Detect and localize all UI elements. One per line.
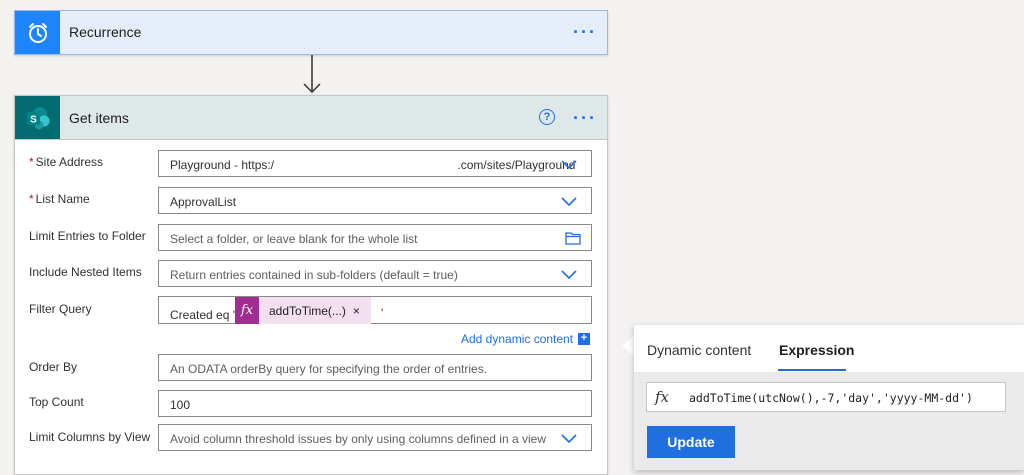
dynamic-content-panel: Dynamic content Expression fx addToTime(…: [634, 325, 1024, 470]
order-by-label: Order By: [29, 360, 78, 374]
tab-dynamic-content[interactable]: Dynamic content: [647, 342, 751, 358]
filter-query-prefix: Created eq ': [170, 308, 235, 322]
order-by-placeholder: An ODATA orderBy query for specifying th…: [170, 362, 488, 376]
top-count-label: Top Count: [29, 395, 84, 409]
fx-icon: fx: [655, 388, 670, 406]
svg-text:S: S: [30, 114, 37, 125]
site-address-label: * Site Address: [29, 155, 104, 169]
nested-items-label: Include Nested Items: [29, 265, 142, 279]
chevron-down-icon[interactable]: [561, 195, 577, 207]
close-icon[interactable]: ×: [353, 304, 360, 318]
filter-query-suffix: ': [381, 306, 384, 320]
top-count-value: 100: [170, 398, 191, 412]
flow-arrow-icon: [303, 55, 321, 94]
alarm-clock-icon: [15, 11, 60, 54]
list-name-value: ApprovalList: [170, 195, 237, 209]
tab-expression[interactable]: Expression: [779, 342, 854, 358]
folder-icon[interactable]: [565, 231, 581, 245]
limit-folder-label: Limit Entries to Folder: [29, 229, 146, 243]
expression-token-label: addToTime(...): [269, 303, 346, 318]
nested-items-dropdown[interactable]: Return entries contained in sub-folders …: [158, 260, 592, 287]
panel-pointer: [622, 336, 634, 356]
update-button[interactable]: Update: [647, 426, 735, 458]
filter-query-label: Filter Query: [29, 302, 92, 316]
recurrence-card[interactable]: Recurrence ···: [14, 10, 608, 55]
recurrence-title: Recurrence: [69, 24, 142, 40]
required-mark: *: [29, 155, 34, 169]
limit-columns-label: Limit Columns by View: [29, 430, 151, 444]
recurrence-menu-ellipsis-icon[interactable]: ···: [573, 23, 597, 41]
active-tab-indicator: [778, 369, 846, 371]
limit-columns-placeholder: Avoid column threshold issues by only us…: [170, 432, 546, 446]
expression-input[interactable]: fx addToTime(utcNow(),-7,'day','yyyy-MM-…: [646, 382, 1006, 412]
limit-columns-dropdown[interactable]: Avoid column threshold issues by only us…: [158, 424, 592, 451]
get-items-title: Get items: [69, 110, 129, 126]
list-name-dropdown[interactable]: ApprovalList: [158, 187, 592, 214]
order-by-input[interactable]: An ODATA orderBy query for specifying th…: [158, 354, 592, 381]
site-address-value: Playground - https:/ .com/sites/Playgrou…: [170, 158, 576, 172]
site-address-dropdown[interactable]: Playground - https:/ .com/sites/Playgrou…: [158, 150, 592, 177]
get-items-menu-ellipsis-icon[interactable]: ···: [573, 109, 597, 127]
required-mark: *: [29, 192, 34, 206]
chevron-down-icon[interactable]: [561, 268, 577, 280]
help-circle-icon[interactable]: ?: [539, 109, 555, 125]
expression-editor-area: fx addToTime(utcNow(),-7,'day','yyyy-MM-…: [634, 372, 1024, 470]
fx-icon: fx: [235, 297, 259, 324]
chevron-down-icon[interactable]: [561, 158, 577, 170]
top-count-input[interactable]: 100: [158, 390, 592, 417]
add-dynamic-content-link[interactable]: Add dynamic content: [461, 332, 573, 346]
list-name-label: * List Name: [29, 192, 90, 206]
filter-query-input[interactable]: Created eq ' fx addToTime(...) × ': [158, 296, 592, 324]
chevron-down-icon[interactable]: [561, 432, 577, 444]
get-items-card: S Get items ? ··· * Site Address Playgrou…: [14, 95, 608, 475]
limit-folder-placeholder: Select a folder, or leave blank for the …: [170, 232, 418, 246]
nested-items-placeholder: Return entries contained in sub-folders …: [170, 268, 458, 282]
add-dynamic-content-plus-icon[interactable]: +: [578, 333, 590, 345]
get-items-header[interactable]: S Get items ? ···: [15, 96, 607, 140]
sharepoint-icon: S: [15, 96, 60, 139]
expression-token[interactable]: fx addToTime(...) ×: [235, 297, 371, 324]
expression-text: addToTime(utcNow(),-7,'day','yyyy-MM-dd'…: [689, 391, 973, 405]
limit-folder-input[interactable]: Select a folder, or leave blank for the …: [158, 224, 592, 251]
